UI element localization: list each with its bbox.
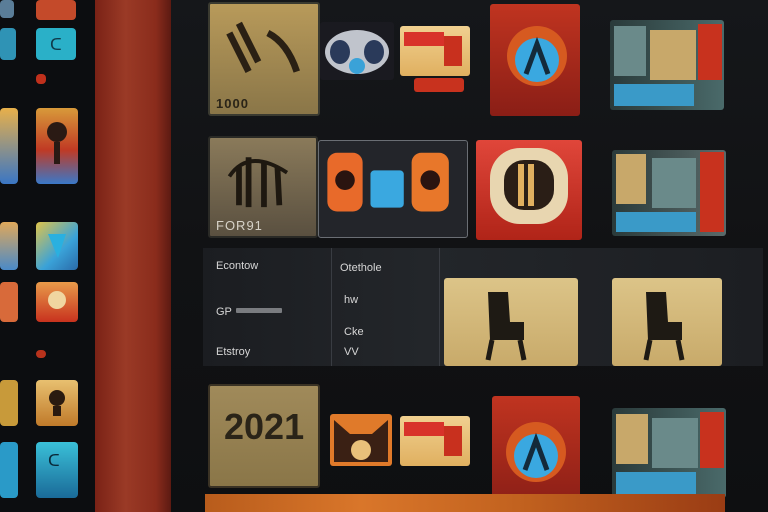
settings-chair-card-2[interactable] <box>612 278 722 366</box>
poster-icon <box>404 422 462 456</box>
settings-item[interactable]: hw <box>344 294 358 306</box>
app-logo-icon <box>507 26 567 86</box>
chair-icon <box>643 292 685 361</box>
svg-text:ᑕ: ᑕ <box>48 451 60 470</box>
rail-app-icon-2[interactable] <box>36 0 76 20</box>
mascot-icons-group <box>327 152 449 212</box>
grid-tile-r4c4[interactable] <box>492 396 580 508</box>
tile-label: 1000 <box>216 96 249 111</box>
settings-header-2: Otethole <box>340 262 382 274</box>
bottom-tile-row[interactable] <box>205 494 725 512</box>
rail-app-icon-15[interactable] <box>0 442 18 498</box>
rail-app-icon-13[interactable] <box>0 380 18 426</box>
headphones-icon <box>325 30 389 74</box>
collage-icon <box>614 24 722 106</box>
app-logo-icon <box>506 422 566 482</box>
settings-item[interactable]: GP <box>216 306 232 318</box>
rail-app-icon-1[interactable] <box>0 0 14 18</box>
cat-face-icon <box>334 420 388 462</box>
grid-tile-r1c4[interactable] <box>490 4 580 116</box>
column-chart-icon <box>490 148 568 224</box>
rail-app-icon-3[interactable] <box>0 28 16 60</box>
grid-tile-r2c2[interactable] <box>318 140 468 238</box>
rail-app-icon-4[interactable]: ᑕ <box>36 28 76 60</box>
rail-app-icon-11[interactable] <box>36 282 78 322</box>
grid-tile-r2c1[interactable]: FOR91 <box>208 136 318 238</box>
svg-text:ᑕ: ᑕ <box>50 35 62 54</box>
red-divider-panel <box>95 0 171 512</box>
grid-tile-r1c3[interactable] <box>400 26 470 76</box>
rail-app-icon-6[interactable] <box>0 108 18 184</box>
collage-icon <box>616 152 724 232</box>
grid-tile-r1c2[interactable] <box>320 22 394 80</box>
app-icon-rail: ᑕ ᑕ <box>0 0 95 512</box>
grid-tile-r1c1[interactable]: 1000 <box>208 2 320 116</box>
settings-slider[interactable] <box>236 308 282 313</box>
settings-header-1: Econtow <box>216 260 259 272</box>
rail-app-icon-10[interactable] <box>0 282 18 322</box>
settings-item[interactable]: Etstroy <box>216 346 250 358</box>
settings-item[interactable]: VV <box>344 346 359 358</box>
grid-tile-r4c5[interactable] <box>612 408 726 498</box>
poster-icon <box>404 32 462 66</box>
grid-tile-r1c3-sub[interactable] <box>414 78 464 92</box>
chair-icon <box>485 292 527 361</box>
grid-tile-r1c5[interactable] <box>610 20 724 110</box>
grid-tile-r4c3[interactable] <box>400 416 470 466</box>
grid-tile-r4c1[interactable]: 2021 <box>208 384 320 488</box>
collage-icon <box>616 412 724 494</box>
tile-label: FOR91 <box>216 218 263 233</box>
tile-big-number: 2021 <box>224 406 305 447</box>
grid-tile-r2c4[interactable] <box>612 150 726 236</box>
settings-chair-card-1[interactable] <box>444 278 578 366</box>
rail-app-icon-8[interactable] <box>0 222 18 270</box>
rail-app-icon-5[interactable] <box>36 74 46 84</box>
rail-app-icon-7[interactable] <box>36 108 78 184</box>
settings-item[interactable]: Cke <box>344 326 364 338</box>
grid-tile-r4c2[interactable] <box>330 414 392 466</box>
rail-app-icon-9[interactable] <box>36 222 78 270</box>
grid-tile-r2c3[interactable] <box>476 140 582 240</box>
rail-app-icon-12[interactable] <box>36 350 46 358</box>
rail-app-icon-16[interactable]: ᑕ <box>36 442 78 498</box>
rail-app-icon-14[interactable] <box>36 380 78 426</box>
